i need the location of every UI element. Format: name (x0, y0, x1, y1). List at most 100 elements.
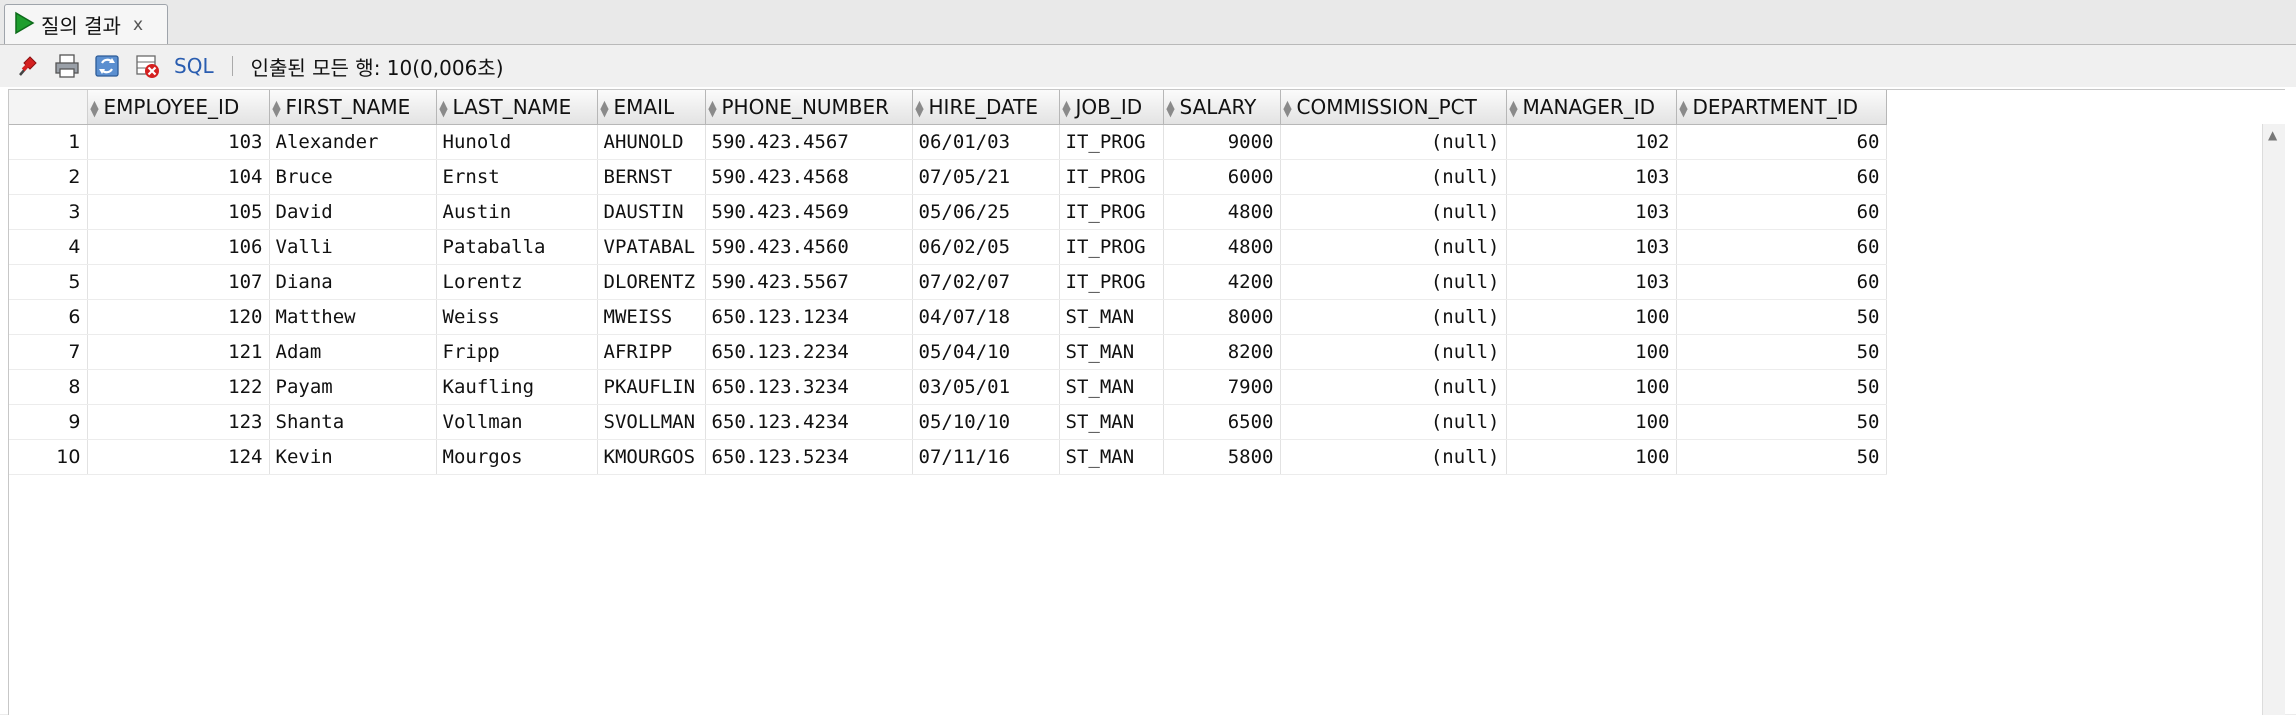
cell-department-id[interactable]: 60 (1676, 194, 1887, 230)
column-header-last-name[interactable]: ▲ ▼ LAST_NAME (436, 90, 598, 125)
table-row[interactable]: 8 122 Payam Kaufling PKAUFLIN 650.123.3234 03/… (9, 369, 1887, 405)
table-row[interactable]: 4 106 Valli Pataballa VPATABAL 590.423.4560 06… (9, 229, 1887, 265)
cell-last-name[interactable]: Austin (436, 194, 598, 230)
cell-first-name[interactable]: David (269, 194, 437, 230)
cell-email[interactable]: MWEISS (597, 299, 706, 335)
row-number[interactable]: 7 (9, 334, 88, 370)
cell-last-name[interactable]: Mourgos (436, 439, 598, 475)
cell-department-id[interactable]: 60 (1676, 124, 1887, 160)
cell-phone-number[interactable]: 590.423.4568 (705, 159, 913, 195)
cell-email[interactable]: VPATABAL (597, 229, 706, 265)
table-row[interactable]: 5 107 Diana Lorentz DLORENTZ 590.423.5567 07/0… (9, 264, 1887, 300)
cell-last-name[interactable]: Fripp (436, 334, 598, 370)
cell-job-id[interactable]: IT_PROG (1059, 124, 1164, 160)
cell-last-name[interactable]: Kaufling (436, 369, 598, 405)
sort-icon[interactable]: ▲ ▼ (708, 99, 718, 118)
cell-employee-id[interactable]: 120 (87, 299, 270, 335)
column-header-employee-id[interactable]: ▲ ▼ EMPLOYEE_ID (87, 90, 270, 125)
cell-first-name[interactable]: Adam (269, 334, 437, 370)
sort-icon[interactable]: ▲ ▼ (439, 99, 449, 118)
cell-hire-date[interactable]: 06/01/03 (912, 124, 1060, 160)
table-row[interactable]: 7 121 Adam Fripp AFRIPP 650.123.2234 05/04/10 S… (9, 334, 1887, 370)
pin-icon[interactable] (12, 51, 42, 81)
cell-first-name[interactable]: Kevin (269, 439, 437, 475)
cell-manager-id[interactable]: 102 (1506, 124, 1677, 160)
cell-first-name[interactable]: Valli (269, 229, 437, 265)
cell-employee-id[interactable]: 107 (87, 264, 270, 300)
cell-manager-id[interactable]: 103 (1506, 264, 1677, 300)
cell-salary[interactable]: 9000 (1163, 124, 1281, 160)
cell-last-name[interactable]: Hunold (436, 124, 598, 160)
cell-job-id[interactable]: ST_MAN (1059, 404, 1164, 440)
delete-icon[interactable] (132, 51, 162, 81)
cell-manager-id[interactable]: 100 (1506, 369, 1677, 405)
sort-icon[interactable]: ▲ ▼ (915, 99, 925, 118)
cell-employee-id[interactable]: 106 (87, 229, 270, 265)
cell-department-id[interactable]: 50 (1676, 439, 1887, 475)
cell-commission-pct[interactable]: (null) (1280, 299, 1507, 335)
cell-job-id[interactable]: IT_PROG (1059, 229, 1164, 265)
cell-phone-number[interactable]: 590.423.4569 (705, 194, 913, 230)
refresh-icon[interactable] (92, 51, 122, 81)
cell-job-id[interactable]: IT_PROG (1059, 264, 1164, 300)
table-row[interactable]: 1 103 Alexander Hunold AHUNOLD 590.423.4567 06… (9, 124, 1887, 160)
table-row[interactable]: 6 120 Matthew Weiss MWEISS 650.123.1234 04/07/… (9, 299, 1887, 335)
column-header-phone-number[interactable]: ▲ ▼ PHONE_NUMBER (705, 90, 913, 125)
cell-email[interactable]: DAUSTIN (597, 194, 706, 230)
cell-manager-id[interactable]: 103 (1506, 159, 1677, 195)
cell-hire-date[interactable]: 05/04/10 (912, 334, 1060, 370)
cell-commission-pct[interactable]: (null) (1280, 194, 1507, 230)
table-row[interactable]: 2 104 Bruce Ernst BERNST 590.423.4568 07/05/21… (9, 159, 1887, 195)
cell-phone-number[interactable]: 590.423.5567 (705, 264, 913, 300)
cell-department-id[interactable]: 50 (1676, 404, 1887, 440)
cell-email[interactable]: SVOLLMAN (597, 404, 706, 440)
row-number[interactable]: 9 (9, 404, 88, 440)
cell-last-name[interactable]: Pataballa (436, 229, 598, 265)
column-header-manager-id[interactable]: ▲ ▼ MANAGER_ID (1506, 90, 1677, 125)
sort-icon[interactable]: ▲ ▼ (1283, 99, 1293, 118)
cell-phone-number[interactable]: 650.123.4234 (705, 404, 913, 440)
cell-email[interactable]: AHUNOLD (597, 124, 706, 160)
column-header-email[interactable]: ▲ ▼ EMAIL (597, 90, 706, 125)
cell-employee-id[interactable]: 121 (87, 334, 270, 370)
cell-salary[interactable]: 5800 (1163, 439, 1281, 475)
cell-phone-number[interactable]: 650.123.2234 (705, 334, 913, 370)
cell-salary[interactable]: 7900 (1163, 369, 1281, 405)
cell-manager-id[interactable]: 100 (1506, 404, 1677, 440)
column-header-salary[interactable]: ▲ ▼ SALARY (1163, 90, 1281, 125)
cell-job-id[interactable]: ST_MAN (1059, 299, 1164, 335)
cell-employee-id[interactable]: 103 (87, 124, 270, 160)
cell-email[interactable]: AFRIPP (597, 334, 706, 370)
row-number[interactable]: 6 (9, 299, 88, 335)
tab-query-result[interactable]: 질의 결과 x (4, 4, 168, 44)
cell-first-name[interactable]: Payam (269, 369, 437, 405)
cell-commission-pct[interactable]: (null) (1280, 404, 1507, 440)
cell-salary[interactable]: 8000 (1163, 299, 1281, 335)
cell-last-name[interactable]: Ernst (436, 159, 598, 195)
cell-first-name[interactable]: Diana (269, 264, 437, 300)
cell-department-id[interactable]: 60 (1676, 159, 1887, 195)
cell-email[interactable]: BERNST (597, 159, 706, 195)
column-header-department-id[interactable]: ▲ ▼ DEPARTMENT_ID (1676, 90, 1887, 125)
cell-hire-date[interactable]: 06/02/05 (912, 229, 1060, 265)
cell-job-id[interactable]: ST_MAN (1059, 334, 1164, 370)
cell-last-name[interactable]: Weiss (436, 299, 598, 335)
cell-job-id[interactable]: IT_PROG (1059, 159, 1164, 195)
cell-department-id[interactable]: 50 (1676, 334, 1887, 370)
cell-hire-date[interactable]: 03/05/01 (912, 369, 1060, 405)
cell-employee-id[interactable]: 122 (87, 369, 270, 405)
cell-employee-id[interactable]: 124 (87, 439, 270, 475)
cell-phone-number[interactable]: 590.423.4567 (705, 124, 913, 160)
cell-hire-date[interactable]: 05/06/25 (912, 194, 1060, 230)
sort-icon[interactable]: ▲ ▼ (90, 99, 100, 118)
cell-hire-date[interactable]: 07/11/16 (912, 439, 1060, 475)
sort-icon[interactable]: ▲ ▼ (272, 99, 282, 118)
cell-salary[interactable]: 6500 (1163, 404, 1281, 440)
cell-first-name[interactable]: Alexander (269, 124, 437, 160)
cell-hire-date[interactable]: 07/05/21 (912, 159, 1060, 195)
cell-email[interactable]: DLORENTZ (597, 264, 706, 300)
row-number[interactable]: 5 (9, 264, 88, 300)
cell-employee-id[interactable]: 104 (87, 159, 270, 195)
cell-salary[interactable]: 4800 (1163, 194, 1281, 230)
vertical-scrollbar[interactable]: ▲ (2262, 124, 2285, 715)
